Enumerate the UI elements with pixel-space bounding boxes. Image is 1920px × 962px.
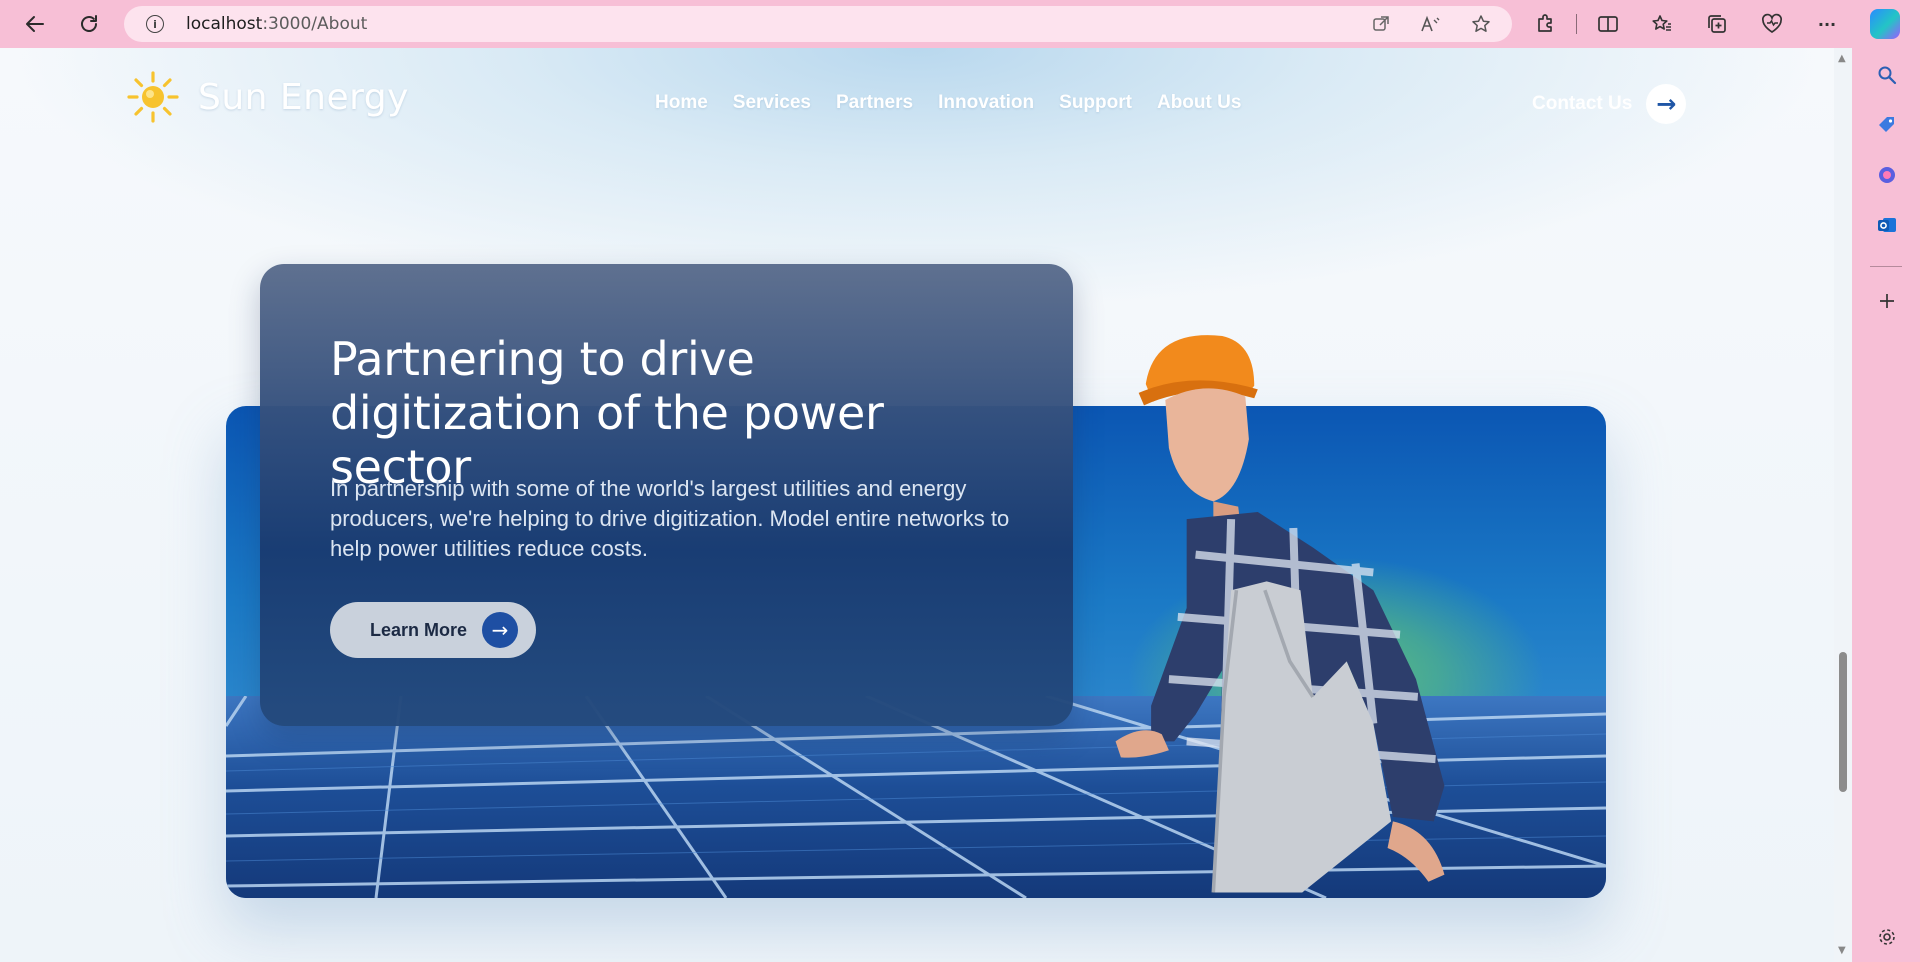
hero-description: In partnership with some of the world's … <box>330 476 1010 561</box>
extensions-icon[interactable] <box>1530 9 1562 39</box>
search-icon[interactable] <box>1874 62 1900 88</box>
toolbar-divider <box>1576 14 1577 34</box>
hero-title: Partnering to drive digitization of the … <box>330 332 884 494</box>
read-aloud-icon[interactable] <box>1418 12 1444 36</box>
scroll-down-icon[interactable]: ▼ <box>1838 946 1848 956</box>
brand-name: Sun Energy <box>198 76 409 118</box>
copilot-icon[interactable] <box>1870 9 1900 39</box>
settings-icon[interactable] <box>1874 924 1900 950</box>
nav-services[interactable]: Services <box>733 92 811 114</box>
site-info-icon[interactable]: i <box>146 15 164 33</box>
learn-more-label: Learn More <box>370 620 468 640</box>
sun-icon <box>126 70 180 124</box>
split-screen-icon[interactable] <box>1592 9 1624 39</box>
nav-about-us[interactable]: About Us <box>1157 92 1241 114</box>
site-logo[interactable]: Sun Energy <box>126 70 409 124</box>
contact-us-link[interactable]: Contact Us → <box>1532 84 1687 124</box>
browser-sidebar <box>1852 48 1920 962</box>
favorites-icon[interactable] <box>1646 9 1678 39</box>
back-arrow-icon[interactable] <box>19 9 51 39</box>
more-icon[interactable]: ··· <box>1811 9 1843 39</box>
address-bar[interactable]: i localhost:3000/About <box>124 6 1512 42</box>
hero-card: Partnering to drive digitization of the … <box>260 264 1073 726</box>
nav-support[interactable]: Support <box>1059 92 1132 114</box>
main-navigation: Home Services Partners Innovation Suppor… <box>655 92 1241 114</box>
favorite-star-icon[interactable] <box>1468 12 1494 36</box>
add-icon[interactable] <box>1874 288 1900 314</box>
learn-more-button[interactable]: Learn More → <box>330 602 536 658</box>
shopping-tag-icon[interactable] <box>1874 112 1900 138</box>
scrollbar-thumb[interactable] <box>1839 652 1847 792</box>
collections-icon[interactable] <box>1701 9 1733 39</box>
sidebar-divider <box>1870 266 1902 267</box>
nav-innovation[interactable]: Innovation <box>938 92 1034 114</box>
arrow-right-icon[interactable]: → <box>1646 84 1687 124</box>
browser-toolbar: i localhost:3000/About ··· <box>0 0 1920 48</box>
scroll-up-icon[interactable]: ▲ <box>1838 54 1848 64</box>
refresh-icon[interactable] <box>73 9 105 39</box>
arrow-right-icon: → <box>482 612 518 648</box>
web-page: Sun Energy Home Services Partners Innova… <box>0 48 1834 962</box>
open-in-app-icon[interactable] <box>1368 12 1394 36</box>
browser-essentials-icon[interactable] <box>1756 9 1788 39</box>
nav-partners[interactable]: Partners <box>836 92 913 114</box>
page-scrollbar[interactable]: ▲ ▼ <box>1834 48 1852 962</box>
nav-home[interactable]: Home <box>655 92 708 114</box>
contact-us-label: Contact Us <box>1532 93 1633 114</box>
outlook-icon[interactable] <box>1874 212 1900 238</box>
worker-illustration <box>1115 335 1445 893</box>
url-text[interactable]: localhost:3000/About <box>186 14 367 34</box>
copilot-app-icon[interactable] <box>1874 162 1900 188</box>
